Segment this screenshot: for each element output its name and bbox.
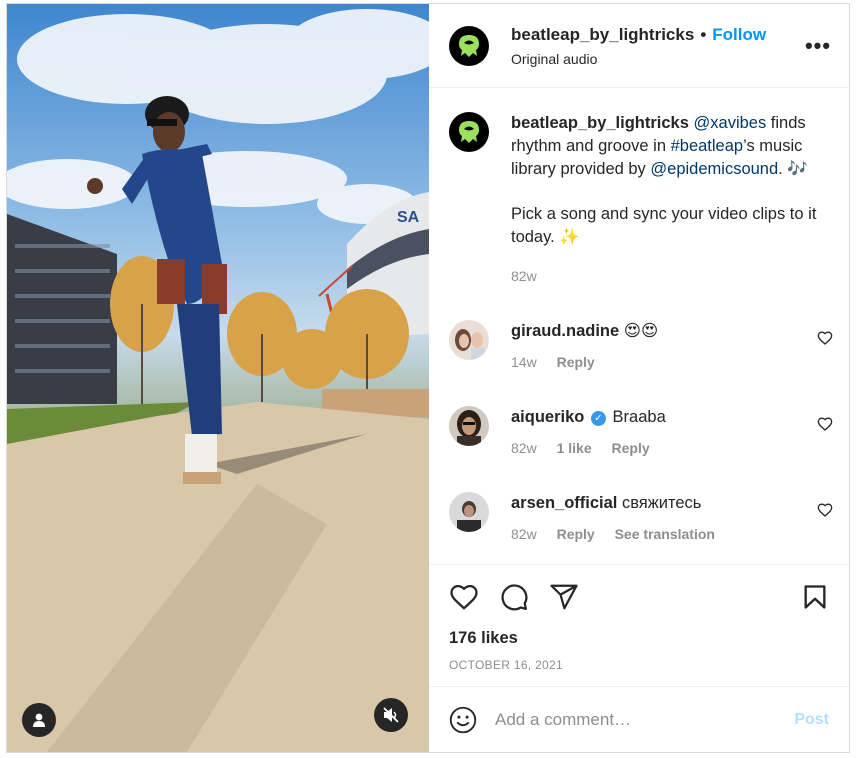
beatleap-logo-icon [459,34,479,57]
author-avatar[interactable] [449,25,489,66]
comment-like-icon[interactable] [817,330,833,346]
add-comment-bar: Add a comment… Post [429,686,849,752]
heart-icon[interactable] [449,582,479,612]
caption-text-3: . 🎶 [778,160,808,178]
comment-input[interactable]: Add a comment… [495,710,794,730]
post-header: beatleap_by_lightricks • Follow Original… [429,4,849,88]
verified-badge-icon: ✓ [590,411,606,426]
audio-label[interactable]: Original audio [511,51,803,67]
mention-epidemicsound[interactable]: @epidemicsound [650,160,778,178]
commenter-avatar[interactable] [449,492,489,532]
post-date[interactable]: OCTOBER 16, 2021 [449,658,833,672]
mention-xavibes[interactable]: @xavibes [694,114,767,132]
reply-button[interactable]: Reply [612,440,650,456]
comment-like-icon[interactable] [817,416,833,432]
tagged-user-button[interactable] [22,703,56,737]
caption-avatar[interactable] [449,112,489,152]
hashtag-beatleap[interactable]: #beatleap [671,137,744,155]
comment-item: arsen_official свяжитесь 82w Reply See t… [449,492,833,546]
beatleap-logo-icon [459,121,479,143]
comment-text: Braaba [607,408,666,426]
share-icon[interactable] [549,582,579,612]
commenter-avatar[interactable] [449,406,489,446]
svg-text:SA: SA [397,209,420,226]
comment-username[interactable]: giraud.nadine [511,322,619,340]
separator-dot: • [700,24,707,44]
commenter-avatar[interactable] [449,320,489,360]
mute-button[interactable] [374,698,408,732]
bookmark-icon[interactable] [801,582,829,612]
caption-time[interactable]: 82w [511,268,537,284]
caption: beatleap_by_lightricks @xavibes finds rh… [449,88,833,288]
user-icon [33,713,45,727]
comment-username[interactable]: arsen_official [511,494,617,512]
reply-button[interactable]: Reply [557,354,595,370]
see-translation-button[interactable]: See translation [615,526,715,542]
video-player[interactable]: SA [7,4,429,752]
comment-likes[interactable]: 1 like [557,440,592,456]
video-frame: SA [7,9,429,752]
emoji-icon[interactable] [449,706,477,734]
author-username[interactable]: beatleap_by_lightricks [511,25,694,45]
comment-time[interactable]: 82w [511,440,537,456]
reply-button[interactable]: Reply [557,526,595,542]
comment-item: aiqueriko ✓ Braaba 82w 1 like Reply [449,406,833,460]
comment-username[interactable]: aiqueriko [511,408,584,426]
follow-button[interactable]: Follow [712,25,766,45]
comment-text: свяжитесь [617,494,702,512]
post-button[interactable]: Post [794,711,829,729]
likes-count[interactable]: 176 likes [449,629,833,648]
caption-username[interactable]: beatleap_by_lightricks [511,114,689,132]
comment-like-icon[interactable] [817,502,833,518]
comment-text: 😍😍 [619,322,659,340]
post-side-panel: beatleap_by_lightricks • Follow Original… [429,4,849,752]
comment-time[interactable]: 82w [511,526,537,542]
comment-item: giraud.nadine 😍😍 14w Reply [449,320,833,374]
more-options-icon[interactable]: ••• [803,33,833,59]
caption-text: beatleap_by_lightricks @xavibes finds rh… [511,112,833,181]
comment-time[interactable]: 14w [511,354,537,370]
comment-icon[interactable] [499,582,529,612]
post-actions-section: 176 likes OCTOBER 16, 2021 [429,564,849,686]
comments-list[interactable]: beatleap_by_lightricks @xavibes finds rh… [429,88,849,564]
action-bar [449,565,833,629]
post-container: SA beatleap_by_lightricks • Follow Origi… [6,3,850,753]
caption-paragraph-2: Pick a song and sync your video clips to… [511,205,817,246]
speaker-muted-icon [383,707,399,723]
